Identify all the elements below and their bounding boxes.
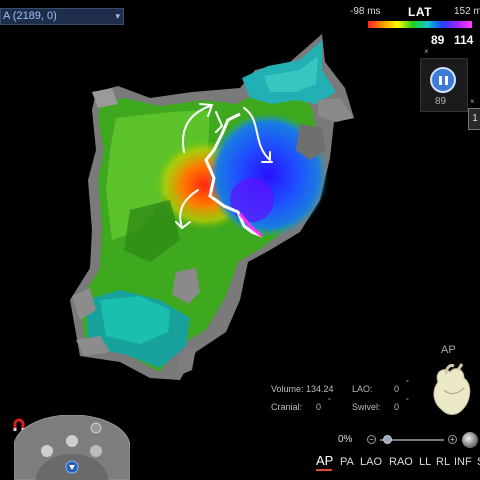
view-button-rao[interactable]: RAO	[389, 456, 413, 468]
lat-color-bar	[368, 21, 472, 28]
swivel-degree: °	[406, 398, 409, 405]
orientation-label: AP	[441, 344, 456, 356]
view-button-pa[interactable]: PA	[340, 456, 354, 468]
volume-value: 134.24	[306, 384, 334, 394]
scale-value-a: 89	[431, 33, 445, 47]
map-selector-label: A (2189, 0)	[3, 10, 57, 22]
lat-map-3d[interactable]	[0, 0, 480, 480]
lao-label: LAO:	[352, 384, 373, 394]
lao-degree: °	[406, 380, 409, 387]
map-selector[interactable]: A (2189, 0) ▾	[0, 8, 124, 25]
cranial-label: Cranial:	[271, 402, 303, 412]
zoom-out-button[interactable]: −	[367, 435, 376, 444]
close-icon[interactable]: ×	[470, 97, 475, 106]
pause-icon	[439, 76, 442, 85]
swivel-label: Swivel:	[352, 402, 381, 412]
settings-icon[interactable]	[90, 422, 102, 434]
close-icon[interactable]: ×	[424, 47, 429, 56]
zoom-slider-thumb[interactable]	[383, 435, 392, 444]
view-button-ap[interactable]: AP	[316, 453, 333, 468]
catheter-icon[interactable]	[41, 445, 53, 457]
pause-button[interactable]	[430, 67, 456, 93]
view-button-rl[interactable]: RL	[436, 456, 450, 468]
chevron-down-icon: ▾	[115, 11, 120, 21]
heart-orientation-icon[interactable]	[428, 360, 478, 420]
scale-value-b: 114	[454, 33, 474, 47]
zoom-reset-knob[interactable]	[462, 432, 478, 448]
navigation-wheel[interactable]	[14, 415, 130, 480]
lao-value: 0	[394, 384, 400, 394]
catheter-icon[interactable]	[66, 435, 78, 447]
active-view-underline	[316, 469, 332, 471]
view-button-lao[interactable]: LAO	[360, 456, 382, 468]
cranial-degree: °	[328, 398, 331, 405]
side-panel-tab[interactable]: 1	[468, 108, 480, 130]
cranial-value: 0	[316, 402, 322, 412]
pause-icon-bar	[445, 76, 448, 85]
view-button-ll[interactable]: LL	[419, 456, 431, 468]
scale-max-label: 152 m	[454, 6, 480, 17]
playback-count: 89	[435, 96, 447, 107]
catheter-icon[interactable]	[90, 445, 102, 457]
zoom-in-button[interactable]: +	[448, 435, 457, 444]
zoom-value: 0%	[338, 434, 353, 445]
swivel-value: 0	[394, 402, 400, 412]
scale-min-label: -98 ms	[350, 6, 381, 17]
scale-title: LAT	[408, 5, 432, 19]
chamber-shell	[70, 34, 354, 380]
volume-label: Volume:	[271, 384, 304, 394]
view-button-inf[interactable]: INF	[454, 456, 472, 468]
